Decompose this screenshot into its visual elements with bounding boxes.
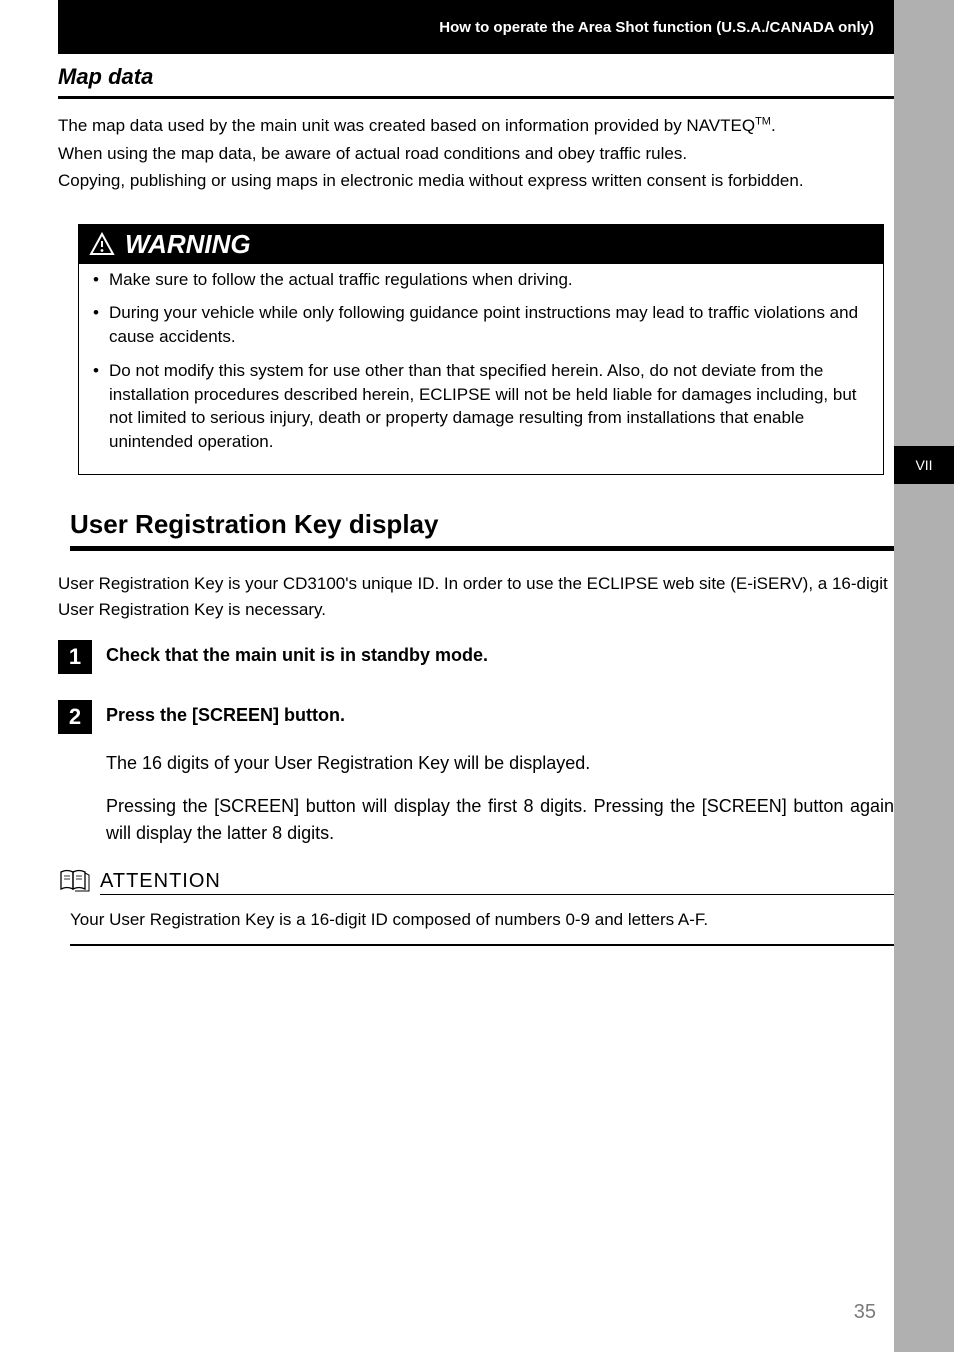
section-index-tab: VII <box>894 446 954 484</box>
warning-list: Make sure to follow the actual traffic r… <box>79 264 883 475</box>
step-number-badge: 2 <box>58 700 92 734</box>
map-data-paragraph-3: Copying, publishing or using maps in ele… <box>58 168 894 194</box>
user-registration-intro: User Registration Key is your CD3100's u… <box>58 571 894 622</box>
right-margin-bar <box>894 0 954 1352</box>
step-2-title: Press the [SCREEN] button. <box>106 700 345 726</box>
page-number: 35 <box>854 1301 876 1324</box>
step-1-title: Check that the main unit is in standby m… <box>106 640 488 666</box>
step-2-body-1: The 16 digits of your User Registration … <box>106 750 894 777</box>
trademark-superscript: TM <box>755 115 771 127</box>
book-icon <box>58 867 92 898</box>
step-1-row: 1 Check that the main unit is in standby… <box>58 640 894 674</box>
user-registration-heading: User Registration Key display <box>70 509 894 551</box>
step-2-row: 2 Press the [SCREEN] button. <box>58 700 894 734</box>
map-data-paragraph-2: When using the map data, be aware of act… <box>58 141 894 167</box>
warning-item: Make sure to follow the actual traffic r… <box>109 268 873 292</box>
header-bar: How to operate the Area Shot function (U… <box>58 0 894 54</box>
map-data-paragraph-1: The map data used by the main unit was c… <box>58 113 894 139</box>
map-data-heading: Map data <box>58 64 894 99</box>
attention-body: Your User Registration Key is a 16-digit… <box>70 910 894 946</box>
attention-label: ATTENTION <box>100 870 894 895</box>
step-2-body-2: Pressing the [SCREEN] button will displa… <box>106 793 894 847</box>
map-data-p1-prefix: The map data used by the main unit was c… <box>58 116 755 135</box>
warning-item: During your vehicle while only following… <box>109 301 873 349</box>
warning-label: WARNING <box>125 229 251 260</box>
warning-item: Do not modify this system for use other … <box>109 359 873 454</box>
step-number-badge: 1 <box>58 640 92 674</box>
page-content: Map data The map data used by the main u… <box>58 54 894 946</box>
attention-row: ATTENTION <box>58 867 894 898</box>
breadcrumb: How to operate the Area Shot function (U… <box>439 19 874 36</box>
warning-box: WARNING Make sure to follow the actual t… <box>78 224 884 476</box>
warning-header: WARNING <box>79 225 883 264</box>
warning-triangle-icon <box>89 232 115 256</box>
map-data-p1-suffix: . <box>771 116 776 135</box>
